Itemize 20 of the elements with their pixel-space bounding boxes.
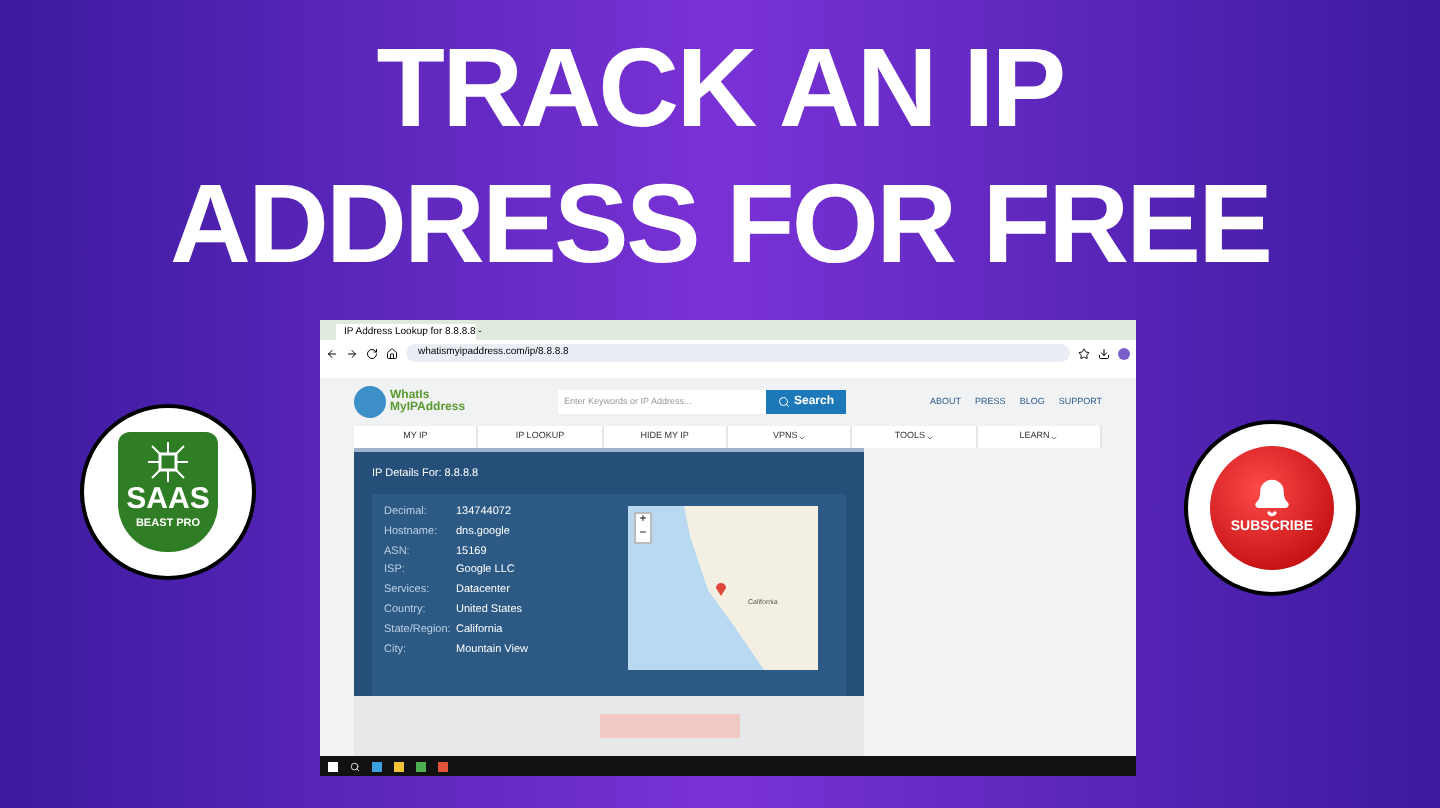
search-icon[interactable] — [350, 761, 360, 771]
download-icon[interactable] — [1098, 347, 1110, 359]
forward-icon[interactable] — [346, 347, 358, 359]
badge-title: SAAS — [126, 484, 210, 516]
home-icon[interactable] — [386, 347, 398, 359]
reload-icon[interactable] — [366, 347, 378, 359]
chip-icon — [146, 440, 190, 484]
headline: TRACK AN IP — [376, 22, 1064, 154]
app-icon[interactable] — [394, 761, 404, 771]
start-icon[interactable] — [328, 761, 338, 771]
map-pin-icon — [716, 582, 726, 596]
profile-avatar[interactable] — [1118, 347, 1130, 359]
app-icon[interactable] — [416, 761, 426, 771]
headline: ADDRESS FOR FREE — [169, 158, 1271, 290]
app-icon[interactable] — [372, 761, 382, 771]
bell-icon — [1252, 477, 1292, 518]
back-icon[interactable] — [326, 347, 338, 359]
bookmark-icon[interactable] — [1078, 347, 1090, 359]
search-icon — [777, 396, 790, 408]
app-icon[interactable] — [438, 761, 448, 771]
